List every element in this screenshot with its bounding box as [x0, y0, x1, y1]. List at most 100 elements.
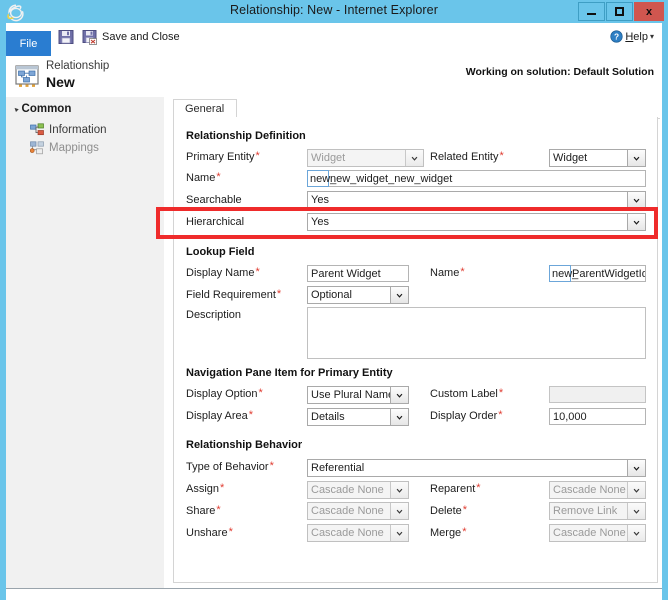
select-hierarchical[interactable]: Yes [307, 213, 646, 231]
field-lookup-name[interactable]: ParentWidgetId new_ [549, 265, 646, 282]
label-text: Name [186, 172, 215, 184]
record-name: New [46, 74, 75, 90]
section-title-navigation-pane: Navigation Pane Item for Primary Entity [186, 367, 393, 379]
close-icon: x [646, 6, 652, 18]
lookup-name-input[interactable]: ParentWidgetId [568, 265, 646, 282]
relationship-icon [14, 63, 40, 89]
select-field-requirement[interactable]: Optional [307, 286, 409, 304]
sidebar-group-label: Common [22, 103, 72, 115]
sidebar-item-information[interactable]: Information [30, 123, 107, 137]
app-content: Relationship New Working on solution: De… [6, 56, 662, 588]
solution-context-label: Working on solution: Default Solution [466, 66, 654, 78]
section-title-lookup-field: Lookup Field [186, 246, 254, 258]
required-marker: * [462, 526, 466, 538]
label-text: Merge [430, 527, 461, 539]
label-assign: Assign* [186, 483, 224, 495]
label-searchable: Searchable [186, 194, 242, 206]
tab-strip: General [173, 99, 660, 119]
chevron-down-icon [627, 460, 645, 476]
tab-general[interactable]: General [173, 99, 237, 118]
select-value: Cascade None [553, 527, 626, 539]
select-value: Optional [311, 289, 352, 301]
close-button[interactable]: x [634, 2, 664, 21]
select-primary-entity[interactable]: Widget [307, 149, 424, 167]
chevron-down-icon [390, 287, 408, 303]
label-display-name: Display Name* [186, 267, 260, 279]
input-custom-label[interactable] [549, 386, 646, 403]
required-marker: * [270, 460, 274, 472]
label-text: Assign [186, 483, 219, 495]
label-text: Related Entity [430, 151, 498, 163]
help-icon: ? [610, 30, 623, 43]
form-body: Relationship Definition Primary Entity* … [173, 117, 658, 583]
required-marker: * [476, 482, 480, 494]
select-value: Widget [311, 152, 345, 164]
label-unshare: Unshare* [186, 527, 233, 539]
select-display-area[interactable]: Details [307, 408, 409, 426]
label-text: Hierarchical [186, 216, 244, 228]
label-related-entity: Related Entity* [430, 151, 504, 163]
chevron-down-icon [627, 503, 645, 519]
collapse-caret-icon: ◂ [12, 105, 19, 112]
select-reparent[interactable]: Cascade None [549, 481, 646, 499]
select-merge[interactable]: Cascade None [549, 524, 646, 542]
select-searchable[interactable]: Yes [307, 191, 646, 209]
label-lookup-name: Name* [430, 267, 465, 279]
input-display-name[interactable]: Parent Widget [307, 265, 409, 282]
label-text: Display Area [186, 410, 248, 422]
select-delete[interactable]: Remove Link [549, 502, 646, 520]
chevron-down-icon [405, 150, 423, 166]
mappings-node-icon [30, 141, 44, 155]
save-and-close-icon[interactable] [82, 29, 98, 45]
select-value: Yes [311, 194, 329, 206]
help-menu[interactable]: ? Help ▾ [610, 30, 654, 43]
record-kind: Relationship [46, 60, 109, 72]
label-text: Unshare [186, 527, 228, 539]
relationship-name-input[interactable]: new_widget_new_widget [326, 170, 646, 187]
required-marker: * [255, 266, 259, 278]
label-field-requirement: Field Requirement* [186, 289, 281, 301]
input-display-order[interactable]: 10,000 [549, 408, 646, 425]
select-value: Referential [311, 462, 364, 474]
chevron-down-icon [390, 387, 408, 403]
command-bar: File Save and Close ? Help ▾ [6, 23, 662, 57]
select-value: Cascade None [311, 505, 384, 517]
chevron-down-icon [390, 482, 408, 498]
select-value: Remove Link [553, 505, 617, 517]
label-text: Display Order [430, 410, 497, 422]
required-marker: * [249, 409, 253, 421]
record-header: Relationship New Working on solution: De… [6, 56, 662, 97]
select-type-of-behavior[interactable]: Referential [307, 459, 646, 477]
select-related-entity[interactable]: Widget [549, 149, 646, 167]
lookup-name-prefix[interactable]: new_ [549, 265, 571, 282]
select-display-option[interactable]: Use Plural Name [307, 386, 409, 404]
save-and-close-label[interactable]: Save and Close [102, 31, 180, 43]
sidebar-item-mappings[interactable]: Mappings [30, 141, 99, 155]
sidebar-group-common[interactable]: ◂ Common [14, 103, 71, 115]
minimize-button[interactable] [578, 2, 605, 21]
select-unshare[interactable]: Cascade None [307, 524, 409, 542]
field-relationship-name[interactable]: new_widget_new_widget new_ [307, 170, 646, 187]
maximize-icon [615, 7, 624, 16]
relationship-name-prefix[interactable]: new_ [307, 170, 329, 187]
help-label-rest: elp [633, 31, 648, 43]
label-text: Name [430, 267, 459, 279]
save-icon[interactable] [58, 29, 74, 45]
label-primary-entity: Primary Entity* [186, 151, 260, 163]
select-share[interactable]: Cascade None [307, 502, 409, 520]
required-marker: * [498, 409, 502, 421]
maximize-button[interactable] [606, 2, 633, 21]
select-assign[interactable]: Cascade None [307, 481, 409, 499]
label-text: Type of Behavior [186, 461, 269, 473]
select-value: Details [311, 411, 345, 423]
label-type-of-behavior: Type of Behavior* [186, 461, 274, 473]
required-marker: * [216, 504, 220, 516]
help-label: Help [625, 31, 648, 43]
chevron-down-icon: ▾ [650, 32, 654, 41]
label-text: Primary Entity [186, 151, 254, 163]
required-marker: * [499, 150, 503, 162]
form-panel: General Relationship Definition Primary … [164, 97, 662, 588]
required-marker: * [255, 150, 259, 162]
textarea-description[interactable] [307, 307, 646, 359]
file-tab[interactable]: File [6, 31, 51, 56]
